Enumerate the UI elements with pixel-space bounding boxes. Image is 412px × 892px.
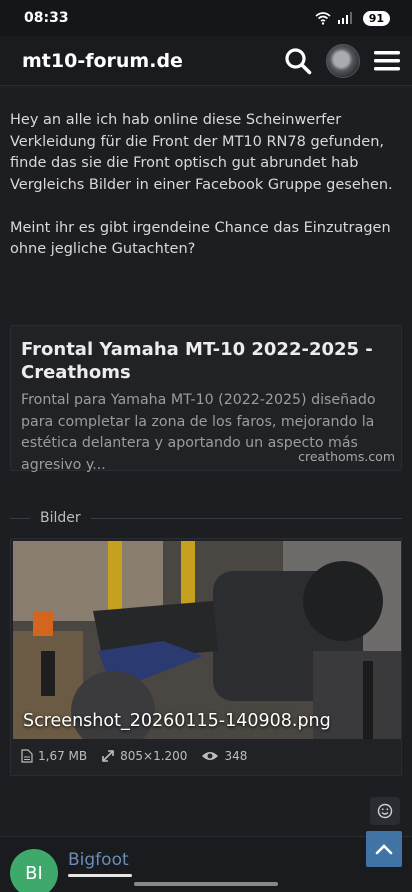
file-icon	[21, 749, 33, 763]
reaction-button[interactable]	[370, 797, 400, 825]
attachment-card[interactable]: Screenshot_20260115-140908.png 1,67 MB 8…	[10, 538, 402, 776]
chevron-up-icon	[375, 844, 393, 855]
attachments-label: Bilder	[40, 510, 81, 526]
file-dimensions: 805×1.200	[101, 749, 187, 763]
eye-icon	[202, 752, 219, 760]
motorcycle-photo	[13, 541, 401, 739]
file-size-value: 1,67 MB	[38, 749, 88, 763]
site-header: mt10-forum.de	[0, 36, 412, 86]
status-bar: 08:33 91	[0, 0, 412, 36]
file-views: 348	[201, 749, 247, 763]
attachment-meta: 1,67 MB 805×1.200 348	[21, 749, 247, 763]
post-body: Hey an alle ich hab online diese Scheinw…	[0, 86, 412, 261]
user-avatar[interactable]: BI	[10, 849, 58, 892]
file-views-value: 348	[224, 749, 248, 763]
signal-icon	[337, 12, 352, 24]
header-actions	[284, 43, 400, 78]
link-preview-domain: creathoms.com	[298, 449, 395, 464]
smiley-icon	[377, 803, 393, 819]
post-paragraph: Meint ihr es gibt irgendeine Chance das …	[10, 219, 391, 258]
username[interactable]: Bigfoot	[68, 850, 129, 870]
wifi-icon	[315, 12, 331, 25]
battery-indicator: 91	[362, 10, 390, 26]
divider-line	[90, 517, 402, 519]
file-size: 1,67 MB	[21, 749, 87, 763]
user-avatar-button[interactable]	[326, 43, 360, 78]
divider-line	[10, 517, 30, 519]
link-preview-card[interactable]: Frontal Yamaha MT-10 2022-2025 - Creatho…	[10, 325, 402, 473]
status-time: 08:33	[24, 10, 69, 26]
username-underline	[68, 874, 132, 877]
home-indicator[interactable]	[134, 882, 278, 886]
attachment-thumbnail[interactable]: Screenshot_20260115-140908.png	[13, 541, 401, 739]
link-preview-title[interactable]: Frontal Yamaha MT-10 2022-2025 - Creatho…	[21, 338, 391, 384]
attachment-filename[interactable]: Screenshot_20260115-140908.png	[23, 711, 331, 731]
menu-icon[interactable]	[374, 50, 400, 72]
scroll-to-top-button[interactable]	[366, 831, 402, 867]
attachments-header: Bilder	[10, 510, 402, 526]
post-paragraph: Hey an alle ich hab online diese Scheinw…	[10, 112, 393, 193]
search-icon[interactable]	[284, 47, 312, 75]
status-icons: 91	[315, 10, 390, 26]
expand-icon	[102, 750, 114, 762]
file-dimensions-value: 805×1.200	[120, 749, 188, 763]
site-title[interactable]: mt10-forum.de	[22, 50, 183, 72]
